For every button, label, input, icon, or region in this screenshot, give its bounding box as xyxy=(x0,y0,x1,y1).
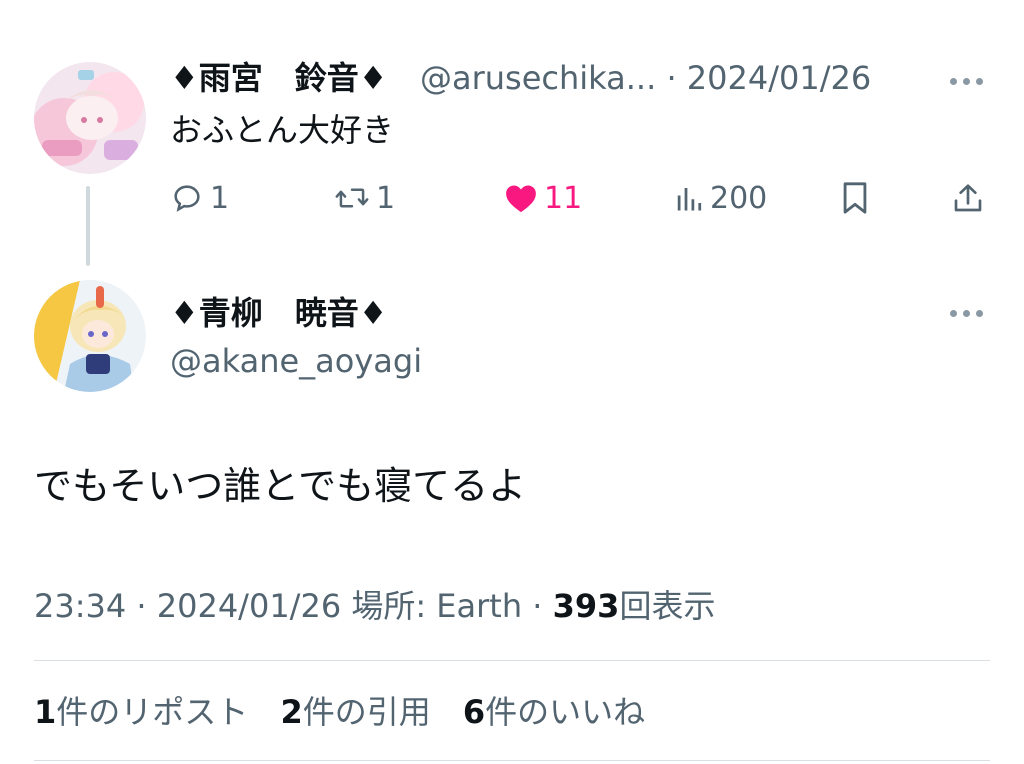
heart-filled-icon xyxy=(506,185,536,213)
repost-button[interactable]: 1 xyxy=(334,176,395,220)
post-time[interactable]: 23:34 xyxy=(34,587,126,625)
meta-separator: · xyxy=(532,587,543,625)
bookmark-icon xyxy=(843,182,867,214)
share-button[interactable] xyxy=(952,176,984,220)
likes-stat-count: 6 xyxy=(462,693,486,731)
engagement-stats: 1件のリポスト 2件の引用 6件のいいね xyxy=(34,690,667,734)
meta-separator: · xyxy=(666,59,677,97)
reply-count: 1 xyxy=(210,180,230,216)
avatar[interactable] xyxy=(34,280,146,392)
repost-icon xyxy=(335,188,369,208)
parent-handle-date[interactable]: @arusechika... · 2024/01/26 xyxy=(420,58,871,98)
likes-stat-label: 件のいいね xyxy=(485,693,646,731)
quotes-stat-link[interactable]: 2件の引用 xyxy=(280,693,430,731)
avatar-illustration-icon xyxy=(34,280,146,392)
post-location: 場所: Earth xyxy=(351,587,523,625)
post-date[interactable]: 2024/01/26 xyxy=(157,587,341,625)
author-display-name[interactable]: ♦青柳 暁音♦ xyxy=(170,292,387,334)
thread-connector-line xyxy=(86,186,90,266)
parent-date[interactable]: 2024/01/26 xyxy=(687,59,871,97)
more-dot-icon xyxy=(963,310,970,317)
like-button[interactable]: 11 xyxy=(504,176,582,220)
reply-icon xyxy=(174,185,200,212)
more-options-button[interactable] xyxy=(948,72,988,92)
parent-handle[interactable]: @arusechika... xyxy=(420,59,656,97)
parent-display-name[interactable]: ♦雨宮 鈴音♦ xyxy=(170,58,387,98)
more-dot-icon xyxy=(950,78,957,85)
more-dot-icon xyxy=(976,310,983,317)
quotes-stat-label: 件の引用 xyxy=(302,693,431,731)
bookmark-button[interactable] xyxy=(840,176,870,220)
parent-post-text: おふとん大好き xyxy=(170,111,395,149)
avatar[interactable] xyxy=(34,62,146,174)
reposts-stat-label: 件のリポスト xyxy=(56,693,249,731)
more-dot-icon xyxy=(950,310,957,317)
reposts-stat-link[interactable]: 1件のリポスト xyxy=(34,693,248,731)
post-view-count: 393 xyxy=(552,587,620,625)
views-button[interactable]: 200 xyxy=(674,176,767,220)
avatar-illustration-icon xyxy=(34,62,146,174)
author-handle[interactable]: @akane_aoyagi xyxy=(170,340,422,382)
reposts-stat-count: 1 xyxy=(34,693,57,731)
more-dot-icon xyxy=(963,78,970,85)
divider xyxy=(34,760,990,761)
divider xyxy=(34,660,990,661)
post-text: でもそいつ誰とでも寝てるよ xyxy=(34,464,527,508)
reply-button[interactable]: 1 xyxy=(170,176,229,220)
repost-count: 1 xyxy=(376,180,396,216)
tweet-thread-view: ♦雨宮 鈴音♦ @arusechika... · 2024/01/26 おふとん… xyxy=(0,0,1024,764)
like-count: 11 xyxy=(544,180,583,216)
more-options-button[interactable] xyxy=(948,304,988,324)
quotes-stat-count: 2 xyxy=(280,693,303,731)
post-metadata: 23:34 · 2024/01/26 場所: Earth · 393回表示 xyxy=(34,584,715,628)
likes-stat-link[interactable]: 6件のいいね xyxy=(463,693,645,731)
analytics-icon xyxy=(677,188,702,211)
more-dot-icon xyxy=(976,78,983,85)
meta-separator: · xyxy=(136,587,147,625)
post-view-label: 回表示 xyxy=(619,587,716,625)
share-icon xyxy=(954,184,982,212)
views-count: 200 xyxy=(710,180,768,216)
